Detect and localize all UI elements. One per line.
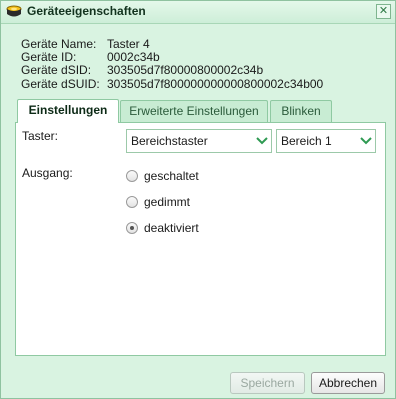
save-button[interactable]: Speichern bbox=[230, 372, 305, 394]
close-icon: ✕ bbox=[378, 5, 389, 17]
taster-area-select[interactable]: Bereich 1 bbox=[276, 129, 376, 153]
radio-circle bbox=[126, 170, 138, 182]
dialog-title: Geräteeigenschaften bbox=[27, 4, 146, 18]
info-label: Geräte dSUID: bbox=[21, 76, 100, 91]
tab-blinken[interactable]: Blinken bbox=[270, 100, 332, 122]
chevron-down-icon bbox=[256, 137, 268, 145]
select-value: Bereich 1 bbox=[281, 134, 332, 148]
info-value: 303505d7f80000800002c34b bbox=[107, 63, 264, 78]
info-row-dsuid: Geräte dSUID: 303505d7f80000000000080000… bbox=[21, 76, 324, 91]
radio-label: gedimmt bbox=[144, 195, 191, 209]
radio-circle bbox=[126, 222, 138, 234]
tab-einstellungen[interactable]: Einstellungen bbox=[17, 99, 119, 123]
tab-erweiterte-einstellungen[interactable]: Erweiterte Einstellungen bbox=[120, 100, 268, 122]
radio-selected-dot bbox=[130, 226, 134, 230]
info-value: 303505d7f800000000000800002c34b00 bbox=[107, 76, 324, 91]
taster-mode-select[interactable]: Bereichstaster bbox=[126, 129, 272, 153]
cancel-button[interactable]: Abbrechen bbox=[311, 372, 385, 394]
settings-panel: Taster: Bereichstaster Bereich 1 Ausgang… bbox=[15, 122, 386, 356]
taster-label: Taster: bbox=[22, 129, 59, 143]
info-label: Geräte dSID: bbox=[21, 63, 92, 78]
close-button[interactable]: ✕ bbox=[376, 4, 391, 19]
device-properties-icon bbox=[6, 5, 22, 17]
chevron-down-icon bbox=[360, 137, 372, 145]
radio-label: geschaltet bbox=[144, 169, 199, 183]
title-bar[interactable]: Geräteeigenschaften ✕ bbox=[1, 1, 395, 24]
select-value: Bereichstaster bbox=[131, 134, 208, 148]
radio-label: deaktiviert bbox=[144, 221, 199, 235]
ausgang-label: Ausgang: bbox=[22, 166, 73, 180]
radio-circle bbox=[126, 196, 138, 208]
info-row-dsid: Geräte dSID: 303505d7f80000800002c34b bbox=[21, 64, 323, 77]
device-info: Geräte Name: Taster 4 Geräte ID: 0002c34… bbox=[21, 37, 324, 91]
device-properties-dialog: Geräteeigenschaften ✕ Geräte Name: Taste… bbox=[0, 0, 396, 399]
